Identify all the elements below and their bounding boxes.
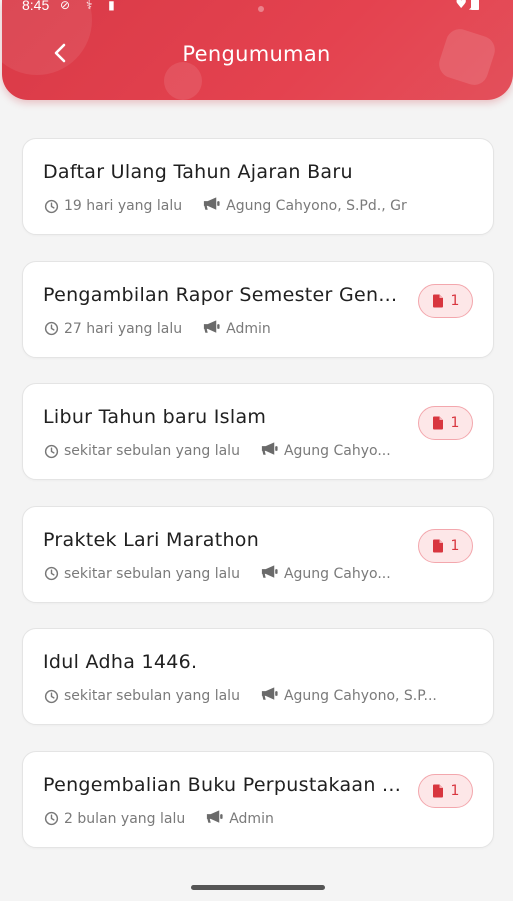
home-indicator[interactable] xyxy=(191,885,325,890)
clock-icon xyxy=(44,199,59,214)
announcement-author: Admin xyxy=(229,810,274,827)
announcement-card[interactable]: Daftar Ulang Tahun Ajaran Baru 19 hari y… xyxy=(22,138,494,235)
status-notification-icons: ⊘ ⚕ ▮ xyxy=(60,0,121,12)
announcement-time: 19 hari yang lalu xyxy=(64,198,183,214)
clock-icon xyxy=(44,444,59,459)
file-icon xyxy=(432,294,443,307)
announcement-author: Admin xyxy=(226,320,271,337)
announcement-title: Pengambilan Rapor Semester Gen... xyxy=(43,283,398,306)
status-bar: 8:45 ⊘ ⚕ ▮ ♥◢ xyxy=(0,0,513,16)
attachment-badge[interactable]: 1 xyxy=(418,528,473,563)
clock-icon xyxy=(44,689,59,704)
announcement-author: Agung Cahyo... xyxy=(283,443,391,459)
battery-icon xyxy=(471,0,479,10)
announcement-card[interactable]: Libur Tahun baru Islam sekitar sebulan y… xyxy=(22,383,494,480)
announcement-card[interactable]: Praktek Lari Marathon sekitar sebulan ya… xyxy=(22,505,494,603)
attachment-count: 1 xyxy=(450,415,460,431)
clock-icon xyxy=(44,811,59,826)
attachment-count: 1 xyxy=(450,782,460,799)
announcement-time: 27 hari yang lalu xyxy=(64,320,183,337)
announcement-meta: sekitar sebulan yang lalu Agung Cahyo... xyxy=(44,564,473,584)
announcement-meta: 27 hari yang lalu Admin xyxy=(44,319,473,339)
announcement-title: Daftar Ulang Tahun Ajaran Baru xyxy=(43,161,353,183)
announcement-author: Agung Cahyono, S.Pd., Gr xyxy=(226,198,407,214)
announcement-title: Idul Adha 1446. xyxy=(43,651,198,673)
announcement-list: Daftar Ulang Tahun Ajaran Baru 19 hari y… xyxy=(22,138,494,873)
attachment-badge[interactable]: 1 xyxy=(418,283,473,318)
announcement-card[interactable]: Pengambilan Rapor Semester Gen... 27 har… xyxy=(22,260,494,358)
file-icon xyxy=(432,539,443,552)
announcement-time: sekitar sebulan yang lalu xyxy=(64,565,240,582)
announcement-title: Pengembalian Buku Perpustakaan ... xyxy=(43,773,402,796)
announcement-time: 2 bulan yang lalu xyxy=(64,810,186,827)
announcement-author: Agung Cahyo... xyxy=(283,565,391,582)
announcement-title: Libur Tahun baru Islam xyxy=(43,406,267,428)
megaphone-icon xyxy=(260,441,279,461)
megaphone-icon xyxy=(202,319,221,339)
announcement-meta: 19 hari yang lalu Agung Cahyono, S.Pd., … xyxy=(44,196,473,216)
header-decoration xyxy=(164,62,202,100)
megaphone-icon xyxy=(260,564,279,584)
megaphone-icon xyxy=(205,809,224,829)
status-time: 8:45 xyxy=(22,0,50,13)
announcement-card[interactable]: Idul Adha 1446. sekitar sebulan yang lal… xyxy=(22,628,494,725)
announcement-meta: 2 bulan yang lalu Admin xyxy=(44,809,473,829)
attachment-badge[interactable]: 1 xyxy=(418,406,473,440)
file-icon xyxy=(432,416,443,430)
attachment-badge[interactable]: 1 xyxy=(418,773,473,808)
announcement-card[interactable]: Pengembalian Buku Perpustakaan ... 2 bul… xyxy=(22,750,494,848)
announcement-title: Praktek Lari Marathon xyxy=(43,528,260,551)
attachment-count: 1 xyxy=(450,292,460,309)
page-title: Pengumuman xyxy=(182,42,331,66)
megaphone-icon xyxy=(260,686,279,706)
announcement-meta: sekitar sebulan yang lalu Agung Cahyono,… xyxy=(44,686,473,706)
clock-icon xyxy=(44,321,59,336)
announcement-author: Agung Cahyono, S.P... xyxy=(283,688,437,704)
file-icon xyxy=(432,784,443,797)
announcement-time: sekitar sebulan yang lalu xyxy=(64,443,240,459)
attachment-count: 1 xyxy=(450,537,460,554)
announcement-time: sekitar sebulan yang lalu xyxy=(64,688,240,704)
megaphone-icon xyxy=(202,196,221,216)
announcement-meta: sekitar sebulan yang lalu Agung Cahyo... xyxy=(44,441,473,461)
clock-icon xyxy=(44,566,59,581)
